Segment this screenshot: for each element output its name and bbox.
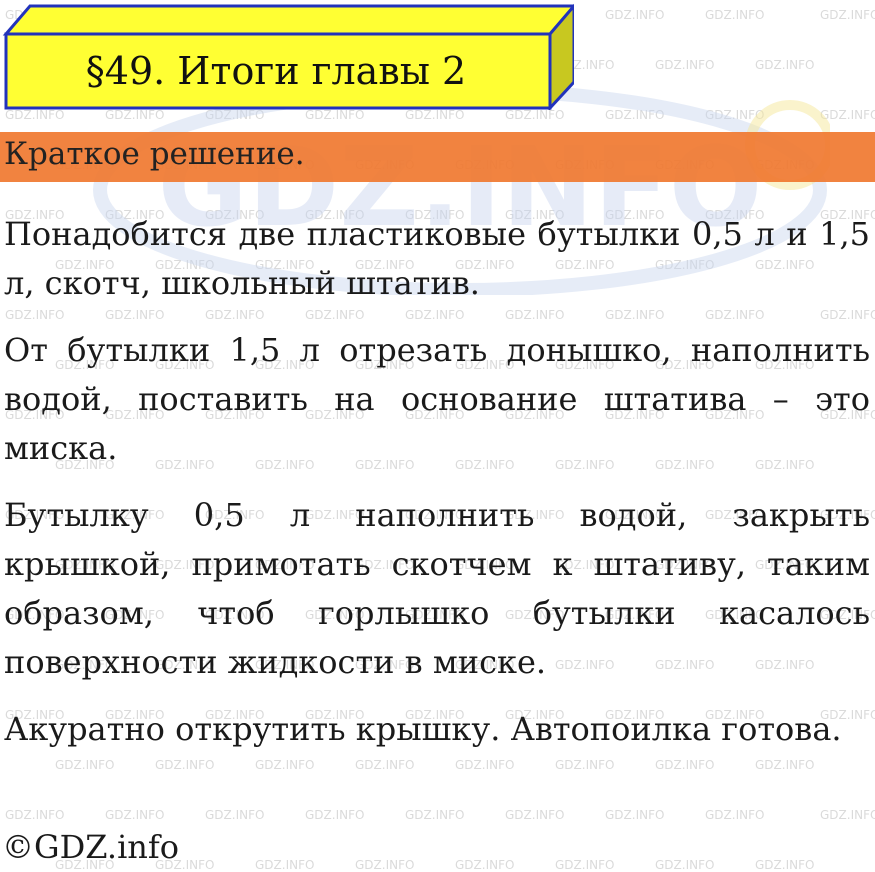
watermark-text: GDZ.INFO [605,8,665,22]
watermark-text: GDZ.INFO [205,808,265,822]
watermark-text: GDZ.INFO [205,108,265,122]
watermark-text: GDZ.INFO [505,108,565,122]
watermark-text: GDZ.INFO [5,808,65,822]
watermark-text: GDZ.INFO [355,858,415,872]
watermark-text: GDZ.INFO [820,108,875,122]
section-title-box: §49. Итоги главы 2 [2,2,574,110]
paragraph-final: Акуратно открутить крышку. Автопоилка го… [4,710,842,748]
solution-body: Понадобится две пластиковые бутылки 0,5 … [4,210,870,772]
copyright-footer: ©GDZ.info [2,828,180,866]
watermark-text: GDZ.INFO [305,808,365,822]
watermark-text: GDZ.INFO [305,108,365,122]
watermark-text: GDZ.INFO [820,808,875,822]
paragraph-materials: Понадобится две пластиковые бутылки 0,5 … [4,215,870,302]
watermark-text: GDZ.INFO [105,108,165,122]
watermark-text: GDZ.INFO [555,858,615,872]
watermark-text: GDZ.INFO [605,808,665,822]
watermark-text: GDZ.INFO [105,808,165,822]
watermark-text: GDZ.INFO [755,58,815,72]
section-title: §49. Итоги главы 2 [85,49,467,93]
summary-banner-label: Краткое решение. [4,136,305,172]
watermark-text: GDZ.INFO [655,858,715,872]
watermark-text: GDZ.INFO [405,808,465,822]
paragraph-bottle: Бутылку 0,5 л наполнить водой, закрыть к… [4,496,870,681]
watermark-text: GDZ.INFO [820,8,875,22]
watermark-text: GDZ.INFO [755,858,815,872]
watermark-text: GDZ.INFO [605,108,665,122]
watermark-text: GDZ.INFO [5,108,65,122]
watermark-text: GDZ.INFO [705,108,765,122]
paragraph-bowl: От бутылки 1,5 л отрезать донышко, напол… [4,331,870,467]
watermark-text: GDZ.INFO [705,808,765,822]
watermark-text: GDZ.INFO [505,808,565,822]
summary-banner: Краткое решение. [0,132,875,182]
watermark-text: GDZ.INFO [405,108,465,122]
watermark-text: GDZ.INFO [455,858,515,872]
watermark-text: GDZ.INFO [255,858,315,872]
watermark-text: GDZ.INFO [655,58,715,72]
watermark-text: GDZ.INFO [705,8,765,22]
